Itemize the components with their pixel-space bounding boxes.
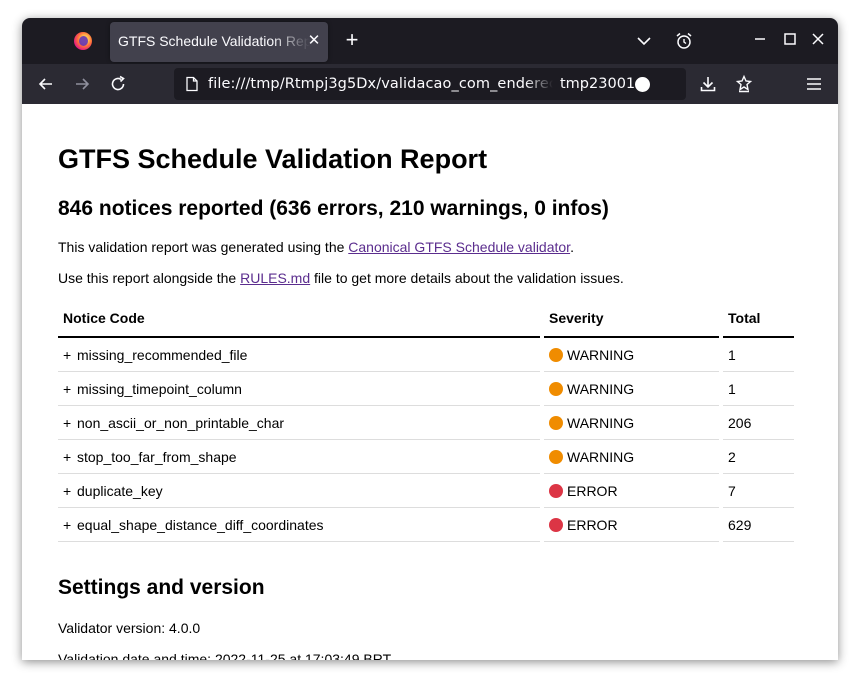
total-cell: 206 (723, 406, 794, 440)
total-cell: 1 (723, 372, 794, 406)
warning-dot-icon (549, 381, 563, 396)
header-severity: Severity (544, 300, 719, 338)
total-cell: 1 (723, 338, 794, 372)
expand-toggle[interactable]: + (63, 381, 77, 397)
table-row[interactable]: + equal_shape_distance_diff_coordinates E… (58, 508, 794, 542)
navigation-bar: file:///tmp/Rtmpj3g5Dx/validacao_com_end… (22, 64, 838, 104)
notice-code: duplicate_key (77, 482, 163, 499)
alarm-icon[interactable] (674, 31, 694, 51)
notice-code-cell: + duplicate_key (58, 474, 540, 508)
table-row[interactable]: + stop_too_far_from_shape WARNING 2 (58, 440, 794, 474)
back-arrow-icon[interactable] (36, 74, 56, 94)
warning-dot-icon (549, 415, 563, 430)
total-cell: 7 (723, 474, 794, 508)
severity-label: ERROR (567, 482, 618, 499)
expand-toggle[interactable]: + (63, 483, 77, 499)
rules-paragraph: Use this report alongside the RULES.md f… (58, 270, 624, 286)
notice-code: missing_timepoint_column (77, 380, 242, 397)
severity-cell: WARNING (544, 372, 719, 406)
intro-prefix: This validation report was generated usi… (58, 239, 349, 255)
tab-title: GTFS Schedule Validation Report (118, 33, 310, 49)
severity-label: WARNING (567, 414, 635, 431)
tab-strip: GTFS Schedule Validation Report ✕ + (22, 18, 838, 64)
url-tail-text: tmp23001 (560, 76, 636, 92)
notice-code: stop_too_far_from_shape (77, 448, 237, 465)
notice-code-cell: + missing_recommended_file (58, 338, 540, 372)
page-content: GTFS Schedule Validation Report 846 noti… (22, 104, 838, 660)
severity-cell: WARNING (544, 406, 719, 440)
forward-arrow-icon[interactable] (72, 74, 92, 94)
chevron-down-icon[interactable] (634, 31, 654, 51)
table-row[interactable]: + non_ascii_or_non_printable_char WARNING… (58, 406, 794, 440)
new-tab-icon[interactable]: + (341, 29, 363, 51)
reload-icon[interactable] (108, 74, 128, 94)
table-header-row: Notice Code Severity Total (58, 300, 794, 338)
validator-version: Validator version: 4.0.0 (58, 620, 201, 636)
table-row[interactable]: + missing_recommended_file WARNING 1 (58, 338, 794, 372)
record-indicator-icon (635, 77, 650, 92)
notice-code: missing_recommended_file (77, 346, 248, 363)
tab-active[interactable]: GTFS Schedule Validation Report ✕ (110, 22, 328, 62)
expand-toggle[interactable]: + (63, 449, 77, 465)
extensions-icon[interactable] (734, 74, 754, 94)
error-dot-icon (549, 517, 563, 532)
notice-code-cell: + non_ascii_or_non_printable_char (58, 406, 540, 440)
maximize-icon[interactable] (782, 31, 798, 47)
page-title: GTFS Schedule Validation Report (58, 144, 488, 174)
intro-suffix: . (570, 239, 574, 255)
menu-icon[interactable] (804, 74, 824, 94)
notice-code-cell: + missing_timepoint_column (58, 372, 540, 406)
url-text[interactable]: file:///tmp/Rtmpj3g5Dx/validacao_com_end… (208, 76, 553, 92)
warning-dot-icon (549, 449, 563, 464)
rules-prefix: Use this report alongside the (58, 270, 241, 286)
intro-paragraph: This validation report was generated usi… (58, 239, 574, 255)
notices-table: Notice Code Severity Total + missing_reco… (54, 300, 798, 542)
severity-label: ERROR (567, 516, 618, 533)
severity-cell: WARNING (544, 440, 719, 474)
notice-code-cell: + equal_shape_distance_diff_coordinates (58, 508, 540, 542)
url-bar[interactable]: file:///tmp/Rtmpj3g5Dx/validacao_com_end… (174, 68, 686, 100)
severity-cell: WARNING (544, 338, 719, 372)
page-icon (186, 76, 198, 92)
notice-code: non_ascii_or_non_printable_char (77, 414, 285, 431)
expand-toggle[interactable]: + (63, 347, 77, 363)
notices-summary: 846 notices reported (636 errors, 210 wa… (58, 197, 609, 220)
minimize-icon[interactable] (752, 31, 768, 47)
severity-label: WARNING (567, 380, 635, 397)
firefox-icon[interactable] (74, 32, 92, 50)
settings-heading: Settings and version (58, 576, 265, 599)
close-icon[interactable] (810, 31, 826, 47)
total-cell: 629 (723, 508, 794, 542)
validation-date: Validation date and time: 2022-11-25 at … (58, 651, 392, 660)
tab-close-icon[interactable]: ✕ (306, 33, 322, 49)
expand-toggle[interactable]: + (63, 517, 77, 533)
total-cell: 2 (723, 440, 794, 474)
notice-code: equal_shape_distance_diff_coordinates (77, 516, 324, 533)
header-notice-code: Notice Code (58, 300, 540, 338)
rules-link[interactable]: RULES.md (240, 270, 310, 286)
expand-toggle[interactable]: + (63, 415, 77, 431)
severity-label: WARNING (567, 448, 635, 465)
severity-label: WARNING (567, 346, 635, 363)
error-dot-icon (549, 483, 563, 498)
table-row[interactable]: + duplicate_key ERROR 7 (58, 474, 794, 508)
warning-dot-icon (549, 347, 563, 362)
severity-cell: ERROR (544, 508, 719, 542)
table-row[interactable]: + missing_timepoint_column WARNING 1 (58, 372, 794, 406)
header-total: Total (723, 300, 794, 338)
severity-cell: ERROR (544, 474, 719, 508)
notice-code-cell: + stop_too_far_from_shape (58, 440, 540, 474)
rules-suffix: file to get more details about the valid… (310, 270, 624, 286)
browser-window: GTFS Schedule Validation Report ✕ + file… (22, 18, 838, 660)
validator-link[interactable]: Canonical GTFS Schedule validator (348, 239, 570, 255)
download-icon[interactable] (698, 74, 718, 94)
